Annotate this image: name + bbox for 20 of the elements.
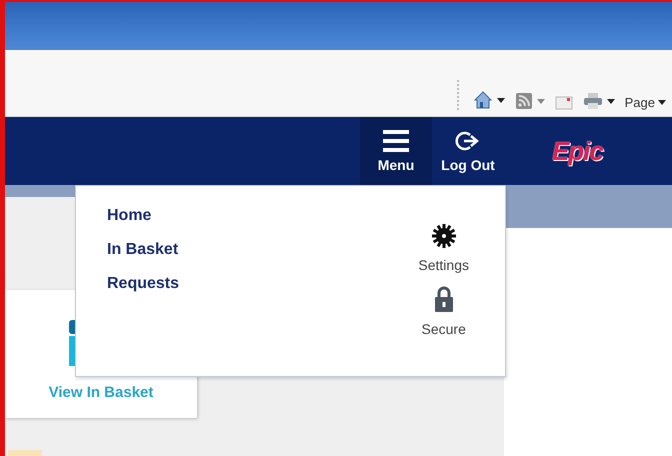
menu-icon [383, 130, 409, 152]
logout-button[interactable]: Log Out [432, 117, 504, 185]
secure-button[interactable]: Secure [422, 285, 466, 337]
logo: Epic [552, 136, 603, 166]
home-icon[interactable] [472, 90, 493, 110]
menu-link[interactable]: Requests [107, 274, 180, 294]
menu-button[interactable]: Menu [360, 117, 432, 185]
tab-marker [8, 450, 42, 456]
feed-icon[interactable] [514, 92, 533, 110]
lock-icon [434, 285, 454, 313]
menu-link[interactable]: In Basket [107, 240, 180, 260]
page-menu-button[interactable]: Page [624, 95, 666, 110]
menu-link[interactable]: Home [107, 206, 180, 226]
caret-icon[interactable] [606, 98, 615, 104]
caret-icon [658, 100, 666, 105]
gear-icon [430, 223, 457, 249]
logout-icon [455, 130, 481, 152]
caret-icon[interactable] [496, 98, 505, 102]
settings-button[interactable]: Settings [418, 223, 469, 273]
mail-icon[interactable] [554, 96, 573, 110]
